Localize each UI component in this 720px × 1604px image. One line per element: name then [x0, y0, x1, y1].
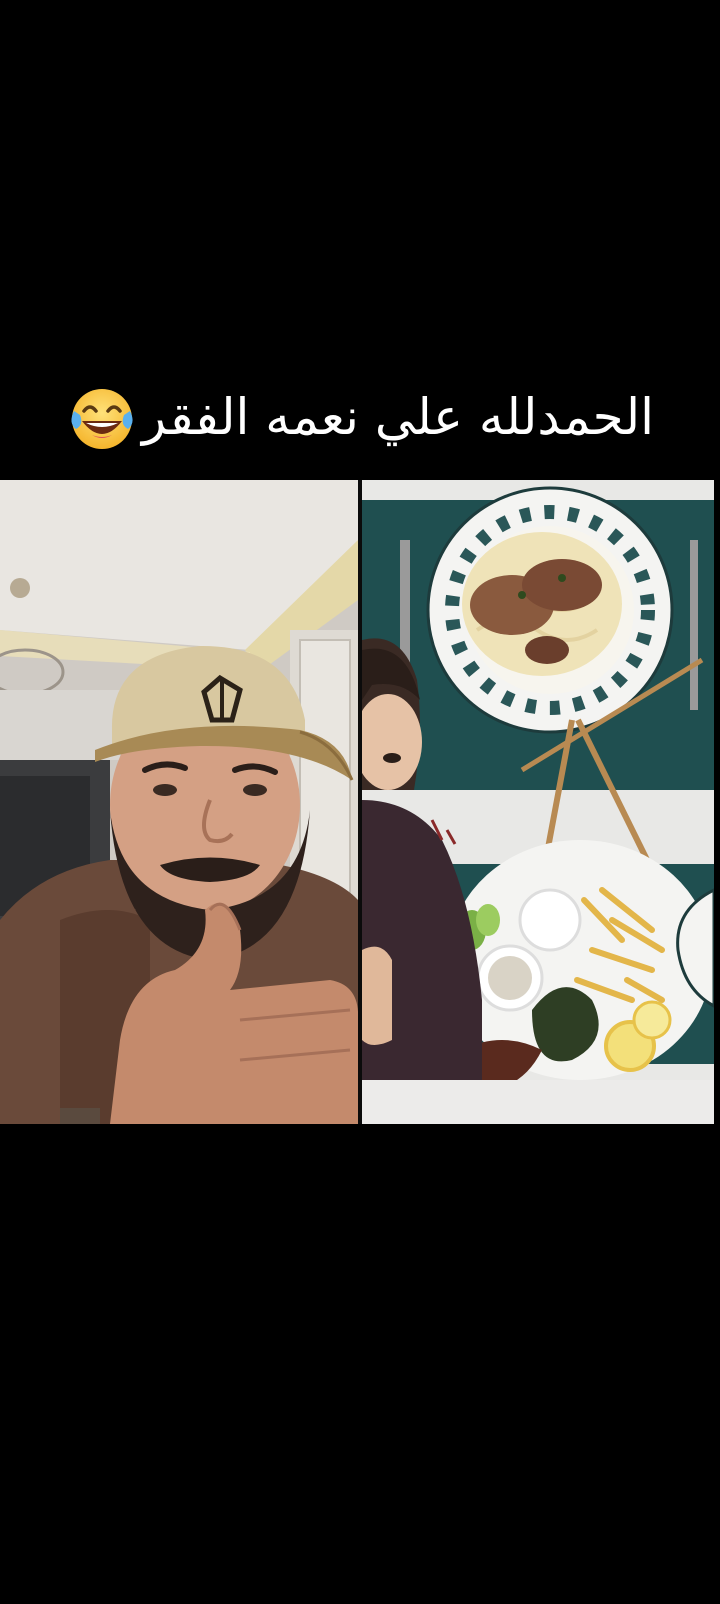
laughing-tears-emoji-icon: [66, 381, 138, 453]
duet-video-panels[interactable]: [0, 480, 720, 1124]
caption-text: الحمدلله علي نعمه الفقر: [142, 388, 654, 446]
left-video-panel[interactable]: [0, 480, 358, 1124]
bottom-black-area: [0, 1124, 720, 1604]
right-video-panel[interactable]: [362, 480, 714, 1124]
video-caption: الحمدلله علي نعمه الفقر: [0, 372, 720, 462]
